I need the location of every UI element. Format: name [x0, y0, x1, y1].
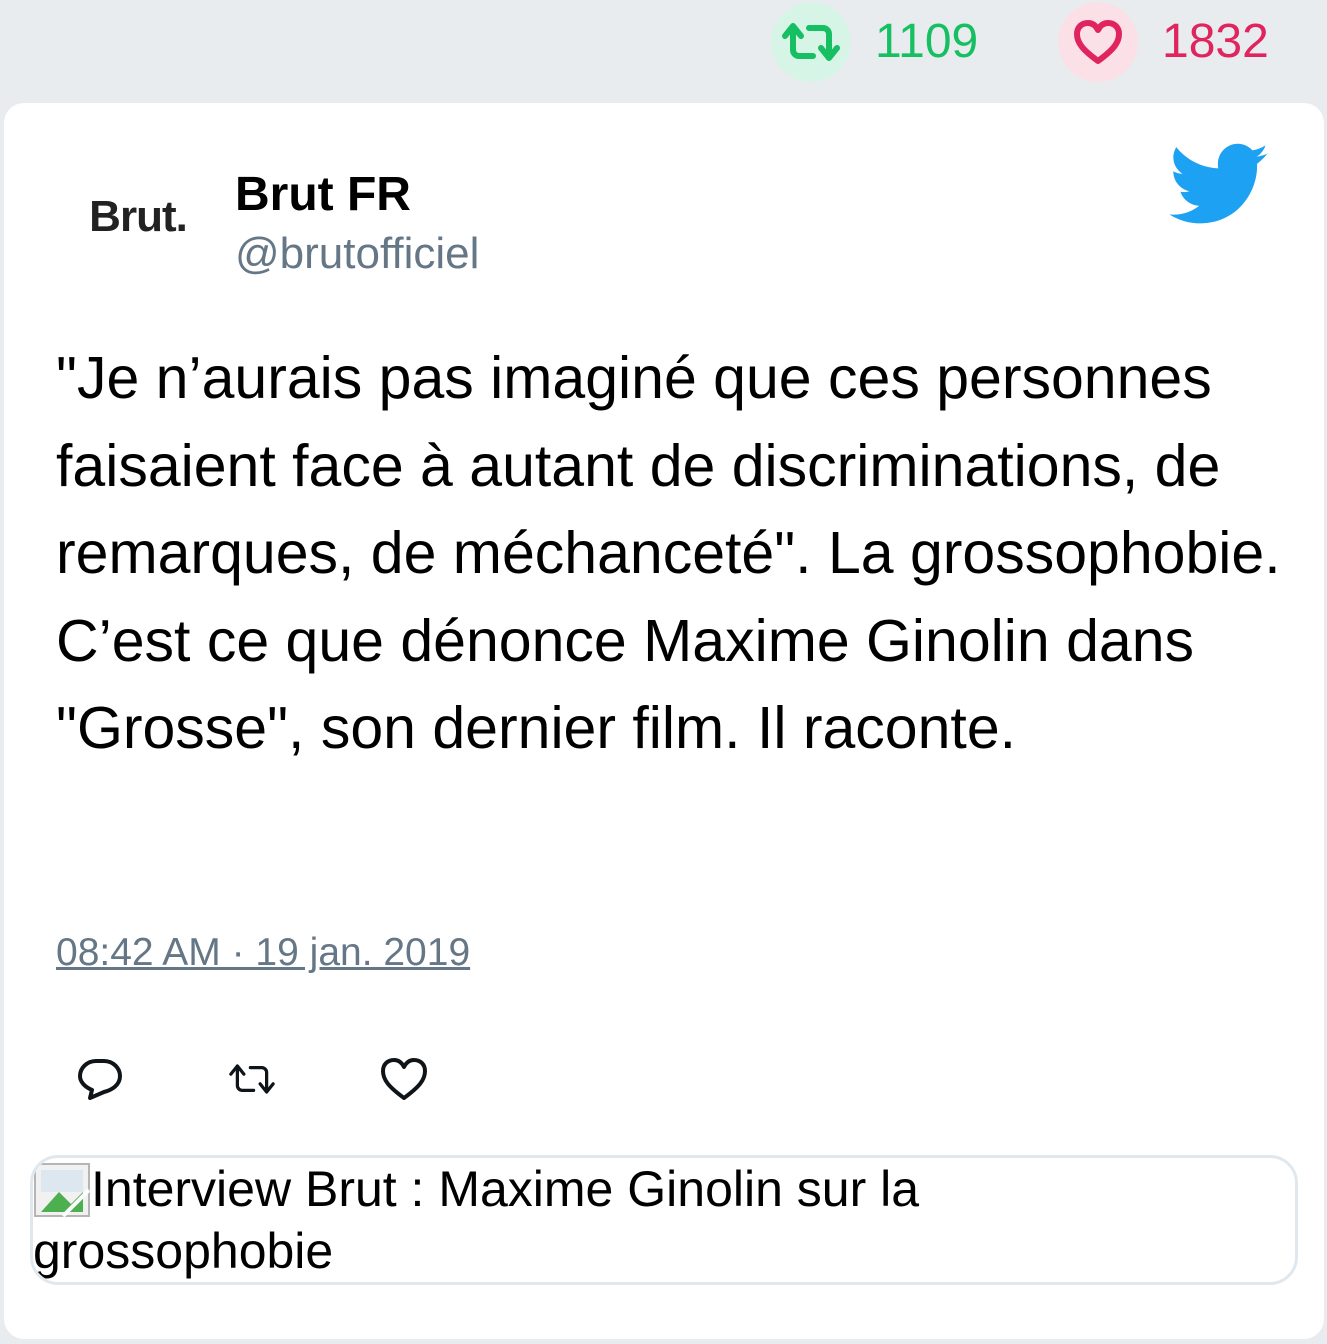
retweet-count: 1109 — [875, 15, 979, 68]
avatar[interactable]: Brut. — [80, 165, 196, 269]
heart-icon — [1074, 20, 1122, 64]
media-attachment[interactable]: Interview Brut : Maxime Ginolin sur la g… — [30, 1155, 1298, 1285]
like-stat[interactable]: 1832 — [1058, 2, 1269, 82]
like-button[interactable] — [378, 1053, 430, 1105]
tweet-timestamp[interactable]: 08:42 AM · 19 jan. 2019 — [56, 931, 470, 975]
tweet-card: Brut. Brut FR @brutofficiel "Je n’aurais… — [4, 103, 1324, 1339]
retweet-button[interactable] — [226, 1053, 278, 1105]
retweet-stat[interactable]: 1109 — [771, 2, 978, 82]
retweet-icon — [229, 1064, 275, 1094]
avatar-logo: Brut. — [89, 192, 188, 241]
media-alt-text: Interview Brut : Maxime Ginolin sur la g… — [33, 1161, 920, 1279]
retweet-stat-icon[interactable] — [771, 2, 851, 82]
reply-icon — [78, 1059, 122, 1100]
twitter-bird-icon[interactable] — [1170, 143, 1270, 227]
reply-button[interactable] — [74, 1053, 126, 1105]
like-count: 1832 — [1162, 15, 1269, 68]
tweet-actions — [74, 1053, 430, 1105]
stats-bar: 1109 1832 — [0, 0, 1327, 100]
heart-icon — [381, 1058, 427, 1100]
author-handle[interactable]: @brutofficiel — [235, 229, 479, 279]
author-name[interactable]: Brut FR — [235, 167, 411, 222]
like-stat-icon[interactable] — [1058, 2, 1138, 82]
tweet-text: "Je n’aurais pas imaginé que ces personn… — [56, 345, 1281, 761]
retweet-icon — [782, 23, 840, 61]
